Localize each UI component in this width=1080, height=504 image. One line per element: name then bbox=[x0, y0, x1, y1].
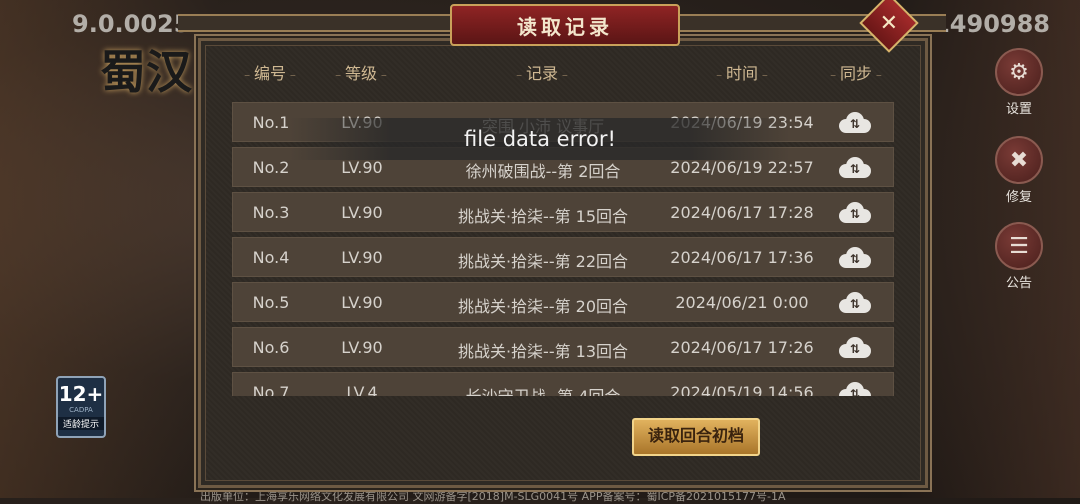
game-logo: 蜀汉 bbox=[100, 45, 192, 99]
record-level: LV.4 bbox=[346, 383, 378, 396]
record-number: No.3 bbox=[252, 203, 290, 222]
header-time: – 时间 – bbox=[716, 64, 768, 83]
close-icon: ✕ bbox=[879, 10, 899, 36]
header-record: – 记录 – bbox=[516, 64, 568, 83]
record-row[interactable]: No.7 LV.4 长沙守卫战--第 4回合 2024/05/19 14:56 … bbox=[232, 372, 894, 396]
record-title: 长沙守卫战--第 4回合 bbox=[413, 383, 673, 396]
cloud-sync-icon[interactable]: ⇅ bbox=[837, 110, 875, 134]
notice-icon: ☰ bbox=[995, 222, 1043, 270]
cloud-sync-icon[interactable]: ⇅ bbox=[837, 155, 875, 179]
wrench-icon: ✖ bbox=[995, 136, 1043, 184]
record-number: No.7 bbox=[252, 383, 290, 396]
cloud-sync-icon[interactable]: ⇅ bbox=[837, 200, 875, 224]
record-title: 挑战关·拾柒--第 15回合 bbox=[457, 207, 629, 226]
notice-label: 公告 bbox=[1005, 276, 1032, 291]
record-table-header: – 编号 – – 等级 – – 记录 – – 时间 – – 同步 – bbox=[232, 58, 892, 86]
age-rating-badge[interactable]: 12+ CADPA 适龄提示 bbox=[56, 376, 106, 438]
record-time: 2024/06/17 17:36 bbox=[670, 248, 814, 267]
age-rating-number: 12+ bbox=[58, 382, 104, 406]
record-level: LV.90 bbox=[341, 338, 383, 357]
cloud-sync-icon[interactable]: ⇅ bbox=[837, 335, 875, 359]
settings-button[interactable]: ⚙ 设置 bbox=[992, 48, 1046, 117]
record-time: 2024/06/19 22:57 bbox=[670, 158, 814, 177]
record-row[interactable]: No.3 LV.90 挑战关·拾柒--第 15回合 2024/06/17 17:… bbox=[232, 192, 894, 232]
cloud-sync-icon[interactable]: ⇅ bbox=[837, 290, 875, 314]
header-no: – 编号 – bbox=[244, 64, 296, 83]
record-row[interactable]: No.4 LV.90 挑战关·拾柒--第 22回合 2024/06/17 17:… bbox=[232, 237, 894, 277]
age-rating-tip: 适龄提示 bbox=[58, 417, 104, 430]
error-toast: file data error! bbox=[290, 118, 790, 160]
record-level: LV.90 bbox=[341, 293, 383, 312]
record-level: LV.90 bbox=[341, 158, 383, 177]
repair-button[interactable]: ✖ 修复 bbox=[992, 136, 1046, 205]
record-time: 2024/06/17 17:28 bbox=[670, 203, 814, 222]
repair-label: 修复 bbox=[1005, 190, 1032, 205]
record-time: 2024/05/19 14:56 bbox=[670, 383, 814, 396]
cloud-sync-icon[interactable]: ⇅ bbox=[837, 245, 875, 269]
record-title: 挑战关·拾柒--第 13回合 bbox=[457, 342, 629, 361]
record-title: 徐州破围战--第 2回合 bbox=[465, 162, 621, 181]
record-time: 2024/06/17 17:26 bbox=[670, 338, 814, 357]
record-title: 挑战关·拾柒--第 22回合 bbox=[457, 252, 629, 271]
record-row[interactable]: No.6 LV.90 挑战关·拾柒--第 13回合 2024/06/17 17:… bbox=[232, 327, 894, 367]
footer-license-text: 出版单位：上海享乐网络文化发展有限公司 文网游备字[2018]M-SLG0041… bbox=[200, 490, 786, 503]
dialog-title: 读取记录 bbox=[517, 14, 613, 39]
record-row[interactable]: No.5 LV.90 挑战关·拾柒--第 20回合 2024/06/21 0:0… bbox=[232, 282, 894, 322]
settings-label: 设置 bbox=[1005, 102, 1032, 117]
record-time: 2024/06/21 0:00 bbox=[675, 293, 809, 312]
age-rating-org: CADPA bbox=[69, 406, 93, 414]
load-round-start-button[interactable]: 读取回合初档 bbox=[632, 418, 760, 456]
record-number: No.2 bbox=[252, 158, 290, 177]
header-sync: – 同步 – bbox=[830, 64, 882, 83]
gear-icon: ⚙ bbox=[995, 48, 1043, 96]
dialog-title-bar: 读取记录 bbox=[450, 4, 680, 46]
record-number: No.5 bbox=[252, 293, 290, 312]
record-level: LV.90 bbox=[341, 248, 383, 267]
title-ornament-left bbox=[178, 14, 450, 32]
record-title: 挑战关·拾柒--第 20回合 bbox=[457, 297, 629, 316]
header-level: – 等级 – bbox=[335, 64, 387, 83]
record-number: No.4 bbox=[252, 248, 290, 267]
record-number: No.6 bbox=[252, 338, 290, 357]
notice-button[interactable]: ☰ 公告 bbox=[992, 222, 1046, 291]
cloud-sync-icon[interactable]: ⇅ bbox=[837, 380, 875, 396]
record-level: LV.90 bbox=[341, 203, 383, 222]
player-id: 1490988 bbox=[933, 10, 1050, 38]
